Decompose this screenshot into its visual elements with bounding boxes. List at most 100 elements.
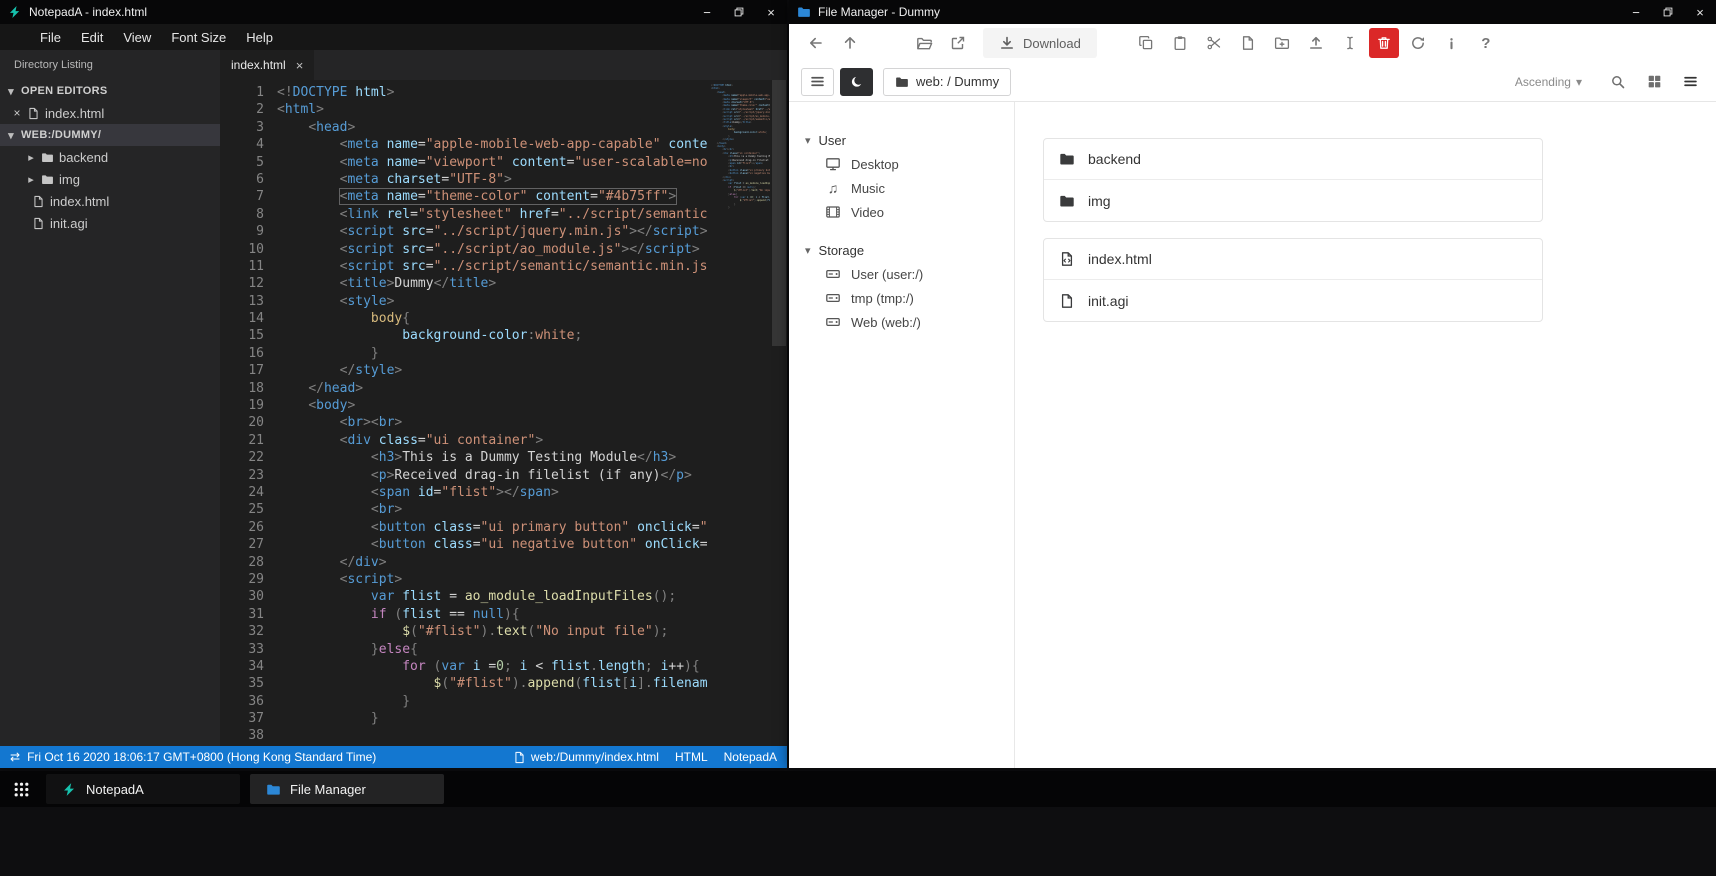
sidebar-item-video[interactable]: Video — [805, 200, 1014, 224]
close-button[interactable]: × — [755, 0, 787, 24]
code-line[interactable]: 22 <h3>This is a Dummy Testing Module</h… — [220, 449, 707, 466]
delete-button[interactable] — [1368, 28, 1399, 58]
code-line[interactable]: 13 <style> — [220, 293, 707, 310]
rename-button[interactable] — [1335, 28, 1365, 58]
code-line[interactable]: 9 <script src="../script/jquery.min.js">… — [220, 223, 707, 240]
tab-close-icon[interactable]: × — [296, 58, 304, 73]
code-line[interactable]: 38 — [220, 727, 707, 744]
open-editors-section[interactable]: ▾ OPEN EDITORS — [0, 80, 220, 102]
code-line[interactable]: 34 for (var i =0; i < flist.length; i++)… — [220, 658, 707, 675]
list-view-button[interactable] — [1676, 68, 1704, 96]
code-line[interactable]: 2 <html> — [220, 101, 707, 118]
minimize-button[interactable]: − — [1620, 0, 1652, 24]
tree-item-img[interactable]: ▸ img — [0, 168, 220, 190]
sidebar-section-user[interactable]: ▾ User — [805, 128, 1014, 152]
open-folder-button[interactable] — [909, 28, 939, 58]
paste-button[interactable] — [1165, 28, 1195, 58]
list-item-img[interactable]: img — [1044, 180, 1542, 221]
taskbar-item-notepada[interactable]: NotepadA — [46, 774, 240, 804]
new-folder-button[interactable] — [1267, 28, 1297, 58]
sort-dropdown[interactable]: Ascending ▾ — [1515, 75, 1582, 89]
code-line[interactable]: 15 background-color:white; — [220, 327, 707, 344]
code-line[interactable]: 32 $("#flist").text("No input file"); — [220, 623, 707, 640]
tree-item-backend[interactable]: ▸ backend — [0, 146, 220, 168]
workspace-section[interactable]: ▾ WEB:/DUMMY/ — [0, 124, 220, 146]
menu-edit[interactable]: Edit — [71, 24, 113, 50]
code-line[interactable]: 37 } — [220, 710, 707, 727]
tree-item-index-html[interactable]: index.html — [0, 190, 220, 212]
code-line[interactable]: 29 <script> — [220, 571, 707, 588]
sidebar-section-storage[interactable]: ▾ Storage — [805, 238, 1014, 262]
menu-view[interactable]: View — [113, 24, 161, 50]
minimize-button[interactable]: − — [691, 0, 723, 24]
sidebar-item-tmp-drive[interactable]: tmp (tmp:/) — [805, 286, 1014, 310]
code-editor[interactable]: 1 <!DOCTYPE html> 2 <html> 3 <head> 4 <meta n… — [220, 80, 787, 746]
refresh-button[interactable] — [1403, 28, 1433, 58]
help-button[interactable]: ? — [1471, 28, 1501, 58]
code-line[interactable]: 10 <script src="../script/ao_module.js">… — [220, 241, 707, 258]
code-line[interactable]: 21 <div class="ui container"> — [220, 432, 707, 449]
code-line[interactable]: 4 <meta name="apple-mobile-web-app-capab… — [220, 136, 707, 153]
code-line[interactable]: 7 <meta name="theme-color" content="#4b7… — [220, 188, 707, 206]
status-language[interactable]: HTML — [675, 750, 708, 764]
status-file[interactable]: web:/Dummy/index.html — [513, 750, 659, 764]
list-item-init-agi[interactable]: init.agi — [1044, 280, 1542, 321]
restore-button[interactable] — [723, 0, 755, 24]
code-line[interactable]: 5 <meta name="viewport" content="user-sc… — [220, 154, 707, 171]
sidebar-item-web-drive[interactable]: Web (web:/) — [805, 310, 1014, 334]
menu-toggle-button[interactable] — [801, 67, 834, 96]
code-line[interactable]: 23 <p>Received drag-in filelist (if any)… — [220, 467, 707, 484]
code-line[interactable]: 28 </div> — [220, 554, 707, 571]
cut-button[interactable] — [1199, 28, 1229, 58]
code-line[interactable]: 6 <meta charset="UTF-8"> — [220, 171, 707, 188]
search-button[interactable] — [1604, 68, 1632, 96]
new-file-button[interactable] — [1233, 28, 1263, 58]
close-button[interactable]: × — [1684, 0, 1716, 24]
tab-index-html[interactable]: index.html × — [220, 50, 315, 80]
grid-view-button[interactable] — [1640, 68, 1668, 96]
minimap[interactable]: <!DOCTYPE html> <html> <head> <meta name=… — [711, 84, 770, 213]
code-line[interactable]: 30 var flist = ao_module_loadInputFiles(… — [220, 588, 707, 605]
tree-item-init-agi[interactable]: init.agi — [0, 212, 220, 234]
code-line[interactable]: 14 body{ — [220, 310, 707, 327]
menu-font-size[interactable]: Font Size — [161, 24, 236, 50]
editor-scrollbar[interactable] — [771, 80, 787, 746]
code-line[interactable]: 25 <br> — [220, 501, 707, 518]
copy-button[interactable] — [1131, 28, 1161, 58]
code-line[interactable]: 8 <link rel="stylesheet" href="../script… — [220, 206, 707, 223]
menu-help[interactable]: Help — [236, 24, 283, 50]
sidebar-item-desktop[interactable]: Desktop — [805, 152, 1014, 176]
code-line[interactable]: 1 <!DOCTYPE html> — [220, 84, 707, 101]
upload-button[interactable] — [1301, 28, 1331, 58]
scrollbar-thumb[interactable] — [772, 80, 786, 346]
code-line[interactable]: 19 <body> — [220, 397, 707, 414]
download-button[interactable]: Download — [983, 28, 1097, 58]
code-line[interactable]: 16 } — [220, 345, 707, 362]
code-line[interactable]: 18 </head> — [220, 380, 707, 397]
code-line[interactable]: 36 } — [220, 693, 707, 710]
sync-icon[interactable]: ⇄ — [10, 750, 20, 764]
breadcrumb[interactable]: web: / Dummy — [883, 67, 1012, 96]
code-line[interactable]: 11 <script src="../script/semantic/seman… — [220, 258, 707, 275]
code-line[interactable]: 24 <span id="flist"></span> — [220, 484, 707, 501]
code-line[interactable]: 31 if (flist == null){ — [220, 606, 707, 623]
code-line[interactable]: 33 }else{ — [220, 641, 707, 658]
open-in-new-window-button[interactable] — [943, 28, 973, 58]
sidebar-item-user-drive[interactable]: User (user:/) — [805, 262, 1014, 286]
back-button[interactable] — [801, 28, 831, 58]
info-button[interactable] — [1437, 28, 1467, 58]
up-button[interactable] — [835, 28, 865, 58]
taskbar-item-file-manager[interactable]: File Manager — [250, 774, 444, 804]
code-line[interactable]: 27 <button class="ui negative button" on… — [220, 536, 707, 553]
code-line[interactable]: 12 <title>Dummy</title> — [220, 275, 707, 292]
open-editor-item[interactable]: × index.html — [0, 102, 220, 124]
code-line[interactable]: 26 <button class="ui primary button" onc… — [220, 519, 707, 536]
restore-button[interactable] — [1652, 0, 1684, 24]
sidebar-item-music[interactable]: ♫ Music — [805, 176, 1014, 200]
list-item-index-html[interactable]: index.html — [1044, 239, 1542, 280]
code-line[interactable]: 17 </style> — [220, 362, 707, 379]
code-line[interactable]: 20 <br><br> — [220, 414, 707, 431]
app-launcher-button[interactable] — [6, 774, 36, 804]
code-line[interactable]: 3 <head> — [220, 119, 707, 136]
code-line[interactable]: 35 $("#flist").append(flist[i].filename … — [220, 675, 707, 692]
